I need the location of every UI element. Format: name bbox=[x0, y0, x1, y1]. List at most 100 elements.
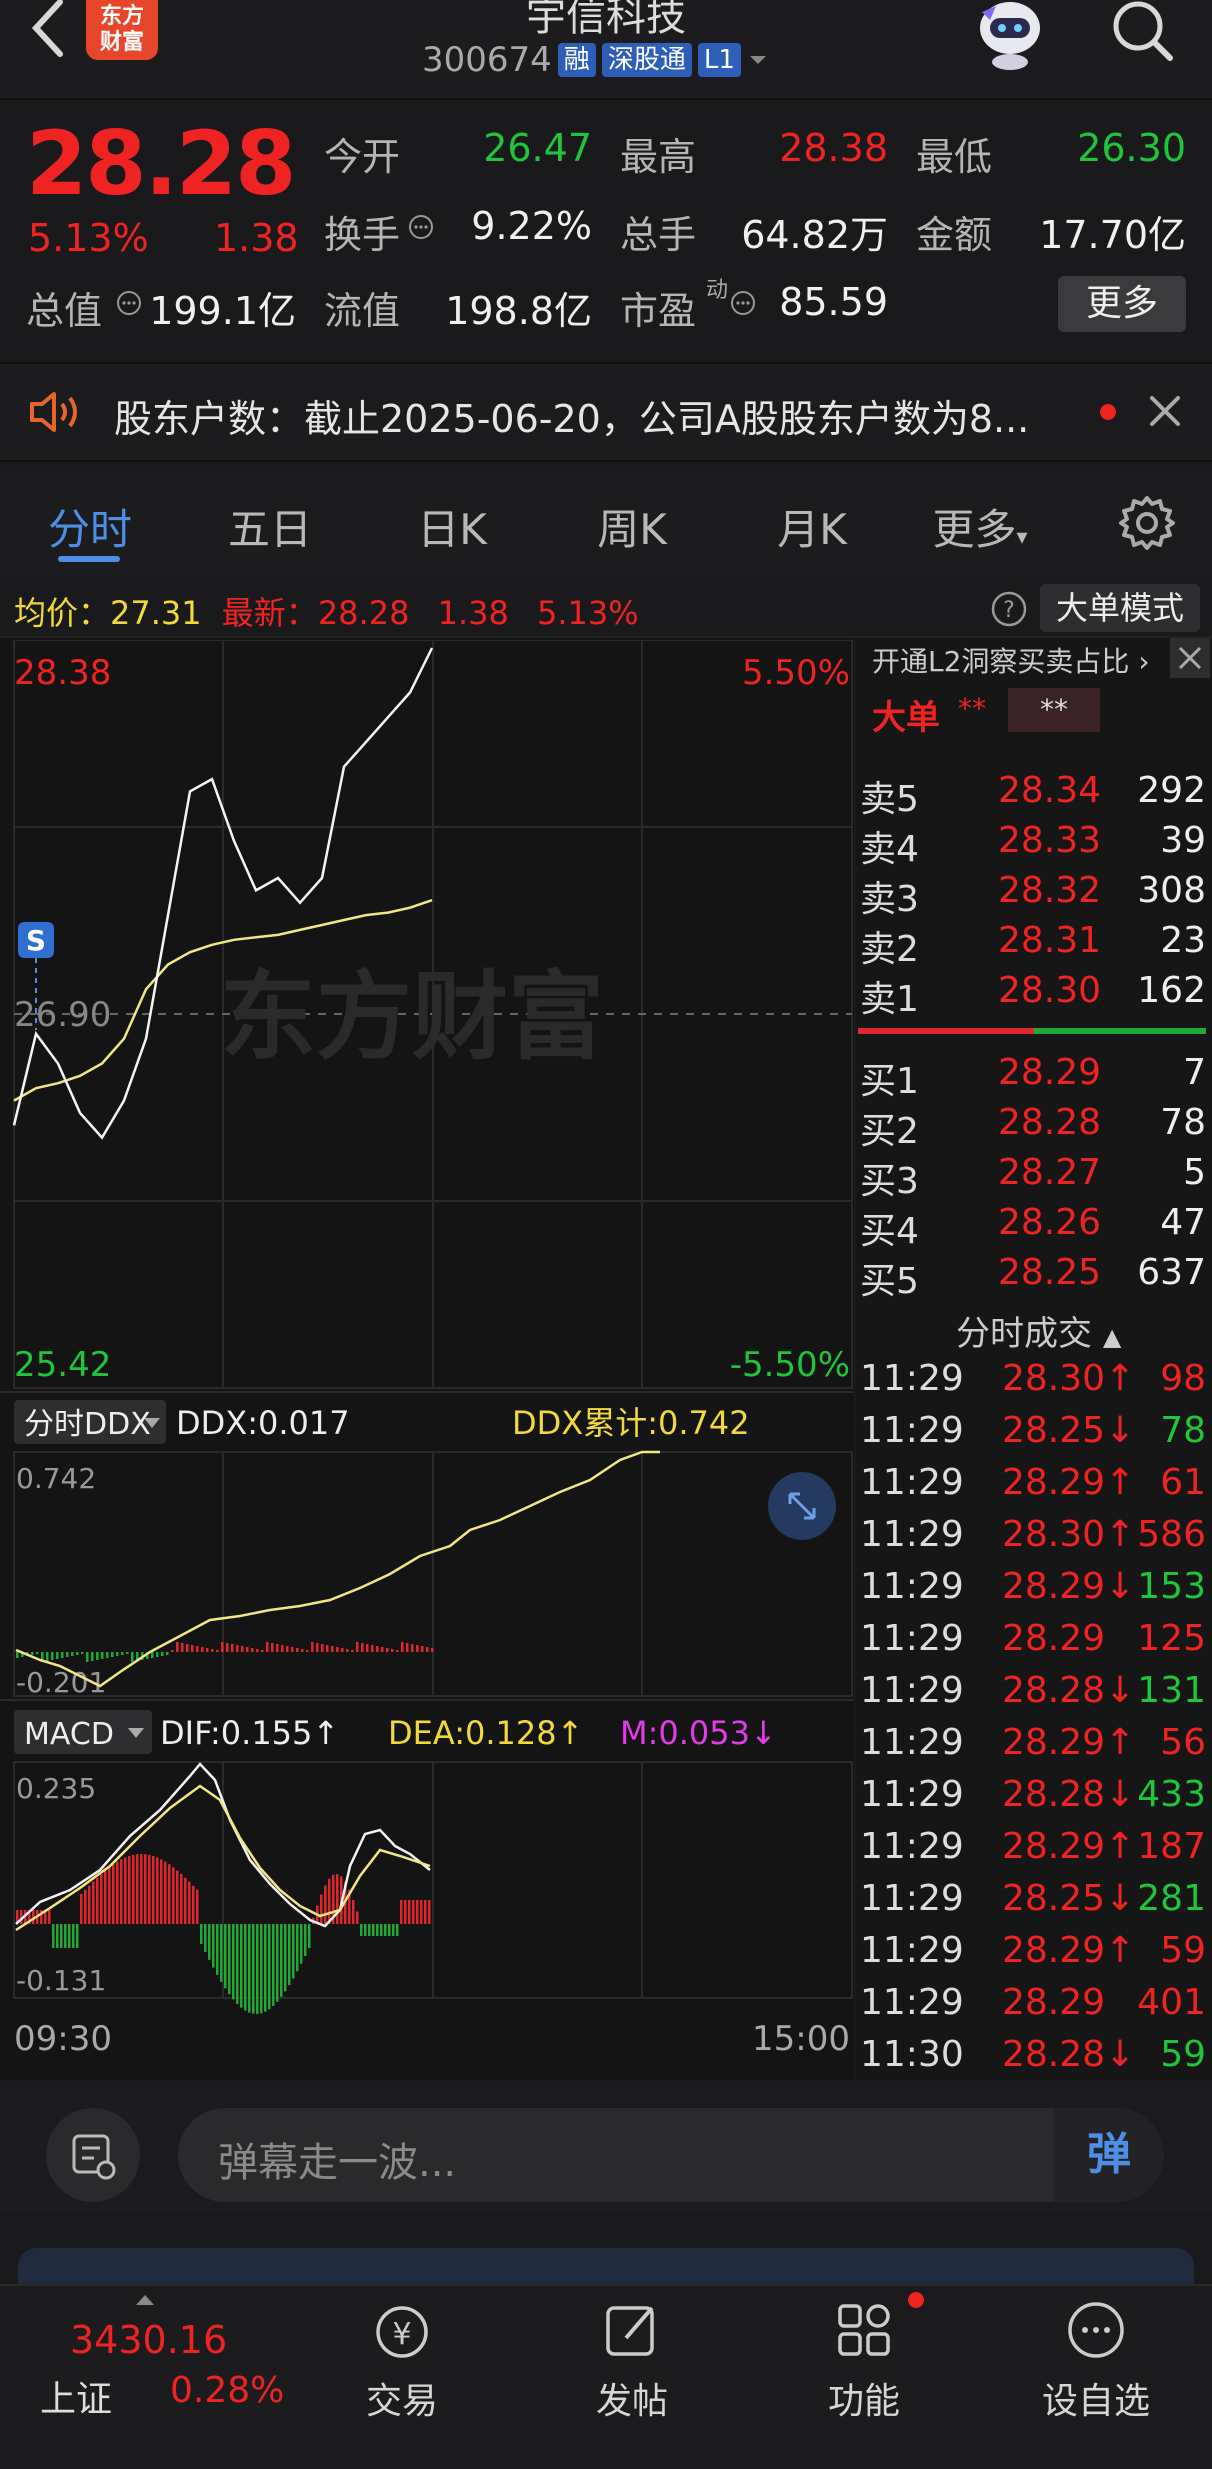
sell-row[interactable]: 卖3 28.32 308 bbox=[860, 870, 1206, 920]
tick-price: 28.29 bbox=[1002, 1982, 1106, 2023]
watermark: 东方财富 bbox=[220, 961, 604, 1073]
tab-intraday[interactable]: 分时 bbox=[0, 496, 180, 557]
macd-dea: DEA:0.128↑ bbox=[388, 1714, 583, 1752]
macd-bar bbox=[320, 1894, 323, 1924]
macd-bar bbox=[264, 1924, 267, 2012]
ddx-bar bbox=[311, 1642, 314, 1652]
ddx-value: DDX:0.017 bbox=[176, 1404, 350, 1442]
nav-add-watchlist[interactable]: 设自选 bbox=[1021, 2372, 1171, 2424]
ddx-bar bbox=[346, 1649, 349, 1652]
ddx-bar bbox=[266, 1642, 269, 1652]
high-label: 最高 bbox=[620, 135, 697, 179]
buy-row[interactable]: 买4 28.26 47 bbox=[860, 1202, 1206, 1252]
ddx-bar bbox=[321, 1644, 324, 1652]
macd-bar bbox=[296, 1924, 299, 1972]
tab-daily-k[interactable]: 日K bbox=[362, 496, 542, 557]
info-icon[interactable] bbox=[408, 214, 434, 244]
buy-row[interactable]: 买3 28.27 5 bbox=[860, 1152, 1206, 1202]
robot-assistant-icon[interactable] bbox=[960, 0, 1054, 70]
tab-five-day[interactable]: 五日 bbox=[180, 496, 360, 557]
post-icon[interactable] bbox=[596, 2298, 668, 2362]
change-percent: 5.13% bbox=[28, 216, 149, 260]
ddx-bar bbox=[111, 1652, 114, 1657]
buy-row[interactable]: 买5 28.25 637 bbox=[860, 1252, 1206, 1302]
buy-label: 买3 bbox=[860, 1161, 919, 1202]
notification-dot bbox=[908, 2292, 924, 2308]
send-comment-button[interactable]: 弹 bbox=[1054, 2108, 1164, 2202]
macd-bar bbox=[172, 1867, 175, 1924]
macd-bar bbox=[184, 1877, 187, 1924]
buy-volume: 47 bbox=[1160, 1202, 1206, 1243]
tick-row: 11:29 28.30↑ 98 bbox=[860, 1358, 1206, 1408]
nav-functions[interactable]: 功能 bbox=[789, 2372, 939, 2424]
ticks-header[interactable]: 分时成交 ▲ bbox=[956, 1306, 1121, 1355]
ddx-bar bbox=[301, 1649, 304, 1652]
intraday-chart[interactable]: 东方财富 S 28.38 5.50% 26.90 25.42 -5.50% 分时… bbox=[0, 640, 854, 2080]
ddx-bar bbox=[391, 1649, 394, 1652]
macd-bar bbox=[236, 1924, 239, 2004]
ticks-header-label: 分时成交 bbox=[956, 1314, 1092, 1354]
turnover-value: 9.22% bbox=[471, 204, 592, 248]
price-low-label: 25.42 bbox=[14, 1345, 111, 1385]
tab-monthly-k[interactable]: 月K bbox=[722, 496, 902, 557]
info-icon[interactable] bbox=[116, 290, 142, 320]
macd-bar bbox=[244, 1924, 247, 2011]
volume-value: 64.82万 bbox=[741, 213, 888, 257]
nav-post[interactable]: 发帖 bbox=[557, 2372, 707, 2424]
volume-label: 总手 bbox=[620, 213, 697, 257]
ddx-bar bbox=[256, 1649, 259, 1652]
macd-bar bbox=[288, 1924, 291, 1986]
stock-code-row[interactable]: 300674 融 深股通 L1 bbox=[422, 40, 769, 80]
trade-icon[interactable]: ¥ bbox=[366, 2300, 438, 2364]
macd-bar bbox=[88, 1885, 91, 1924]
macd-bar bbox=[324, 1885, 327, 1924]
ddx-bar bbox=[166, 1652, 169, 1655]
sell-row[interactable]: 卖4 28.33 39 bbox=[860, 820, 1206, 870]
settings-gear-icon[interactable] bbox=[1118, 494, 1176, 556]
buy-price: 28.29 bbox=[998, 1052, 1102, 1093]
nav-trade[interactable]: 交易 bbox=[327, 2372, 477, 2424]
info-icon[interactable] bbox=[730, 290, 756, 320]
sell-row[interactable]: 卖2 28.31 23 bbox=[860, 920, 1206, 970]
low-label: 最低 bbox=[916, 135, 993, 179]
ddx-bar bbox=[186, 1644, 189, 1652]
macd-bar bbox=[132, 1854, 135, 1924]
add-watchlist-icon[interactable] bbox=[1060, 2298, 1132, 2362]
macd-bar bbox=[252, 1924, 255, 2014]
tab-weekly-k[interactable]: 周K bbox=[542, 496, 722, 557]
ddx-bar bbox=[386, 1648, 389, 1652]
ddx-bar bbox=[121, 1652, 124, 1655]
help-icon[interactable]: ? bbox=[990, 590, 1028, 632]
macd-bar bbox=[428, 1900, 431, 1924]
index-value[interactable]: 3430.16 bbox=[70, 2318, 227, 2362]
search-icon[interactable] bbox=[1106, 0, 1176, 66]
time-end-label: 15:00 bbox=[752, 2019, 850, 2059]
macd-bar bbox=[260, 1924, 263, 2014]
tab-more[interactable]: 更多▾ bbox=[900, 496, 1060, 557]
close-book-button[interactable] bbox=[1170, 638, 1210, 678]
signal-marker-label: S bbox=[26, 924, 46, 957]
buy-row[interactable]: 买1 28.29 7 bbox=[860, 1052, 1206, 1102]
macd-bar bbox=[228, 1924, 231, 1995]
ddx-bar bbox=[376, 1646, 379, 1652]
ai-assistant-tab[interactable] bbox=[18, 2248, 1194, 2284]
sell-row[interactable]: 卖1 28.30 162 bbox=[860, 970, 1206, 1020]
close-icon[interactable] bbox=[1148, 394, 1182, 432]
macd-bar bbox=[108, 1867, 111, 1924]
sell-row[interactable]: 卖5 28.34 292 bbox=[860, 770, 1206, 820]
macd-bar bbox=[216, 1924, 219, 1975]
macd-bar bbox=[144, 1854, 147, 1924]
functions-icon[interactable] bbox=[828, 2298, 900, 2362]
tick-time: 11:29 bbox=[860, 1826, 964, 1867]
macd-bar bbox=[276, 1924, 279, 2002]
comment-settings-button[interactable] bbox=[46, 2108, 140, 2202]
latest-label: 最新： bbox=[221, 594, 318, 632]
sell-price: 28.33 bbox=[998, 820, 1102, 861]
buy-row[interactable]: 买2 28.28 78 bbox=[860, 1102, 1206, 1152]
l2-insight-link[interactable]: 开通L2洞察买卖占比 › bbox=[872, 640, 1150, 680]
big-order-mode-button[interactable]: 大单模式 bbox=[1040, 584, 1200, 632]
tick-price: 28.29↓ bbox=[1002, 1566, 1136, 1607]
more-button[interactable]: 更多 bbox=[1058, 276, 1186, 332]
big-order-stars-2: ** bbox=[1008, 688, 1100, 732]
tick-volume: 59 bbox=[1160, 1930, 1206, 1971]
